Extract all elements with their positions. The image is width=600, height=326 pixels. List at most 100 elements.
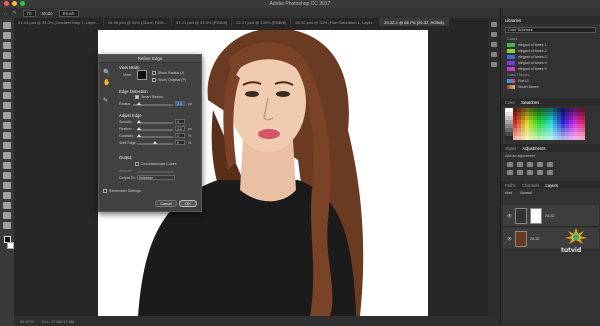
hand-tool-icon[interactable] — [3, 202, 11, 209]
brushes-icon[interactable] — [491, 62, 497, 67]
amount-slider[interactable] — [137, 171, 173, 173]
type-tool-icon[interactable] — [3, 172, 11, 179]
channels-tab[interactable]: Channels — [522, 183, 540, 188]
gradient-tool-icon[interactable] — [3, 132, 11, 139]
eyedropper-tool-icon[interactable] — [3, 72, 11, 79]
layer-row[interactable]: 👁 28-32 — [503, 205, 599, 227]
brush-size-field[interactable]: 70 — [22, 9, 36, 17]
hand-icon[interactable]: ✋ — [103, 79, 110, 86]
color-swatch — [507, 55, 515, 59]
swatches-tab[interactable]: Swatches — [521, 100, 539, 105]
crop-tool-icon[interactable] — [3, 62, 11, 69]
vibrance-icon[interactable] — [547, 162, 553, 167]
contrast-slider-thumb[interactable] — [137, 134, 141, 137]
output-to-select[interactable]: Selection — [137, 175, 175, 180]
radius-value-field[interactable]: 2.0 — [175, 101, 185, 106]
radius-slider-thumb[interactable] — [137, 102, 141, 105]
doc-tab[interactable]: 28-32.psd @ 33% (Hue Saturation 1, Layer… — [291, 18, 381, 26]
properties-icon[interactable] — [491, 32, 497, 37]
brush-tool-icon[interactable] — [3, 92, 11, 99]
color-balance-icon[interactable] — [517, 170, 523, 175]
library-selector[interactable]: Color Schemes — [505, 27, 596, 33]
styles-tab[interactable]: Styles — [505, 146, 516, 151]
quick-selection-tool-icon[interactable] — [3, 52, 11, 59]
adjustments-tab[interactable]: Adjustments — [522, 146, 545, 151]
radius-label: Radius: — [119, 102, 132, 106]
decontaminate-checkbox[interactable] — [135, 162, 139, 166]
visibility-eye-icon[interactable]: 👁 — [507, 236, 512, 241]
history-brush-tool-icon[interactable] — [3, 112, 11, 119]
swatch-grid[interactable] — [505, 108, 596, 140]
history-icon[interactable] — [491, 22, 497, 27]
more-tools-icon[interactable] — [3, 222, 11, 229]
pen-tool-icon[interactable] — [3, 162, 11, 169]
contrast-value-field[interactable]: 0 — [175, 133, 185, 138]
zoom-window-button[interactable] — [20, 1, 25, 6]
feather-slider[interactable] — [137, 129, 173, 131]
path-selection-tool-icon[interactable] — [3, 182, 11, 189]
ok-button[interactable]: OK — [179, 200, 197, 207]
doc-tab[interactable]: 22-27.psd @ 100% (RGB/8) — [232, 18, 292, 26]
dodge-tool-icon[interactable] — [3, 152, 11, 159]
doc-tab[interactable]: 07-21.psd @ 33.3% (RGB/8) — [172, 18, 233, 26]
minimize-window-button[interactable] — [12, 1, 17, 6]
feather-value-field[interactable]: 0.0 — [175, 126, 185, 131]
healing-tool-icon[interactable] — [3, 82, 11, 89]
show-original-checkbox[interactable] — [152, 78, 156, 82]
black-white-icon[interactable] — [527, 170, 533, 175]
libraries-tab[interactable]: Libraries — [505, 18, 521, 23]
shift-edge-value-field[interactable]: 0 — [175, 140, 185, 145]
photo-filter-icon[interactable] — [537, 170, 543, 175]
canvas-area[interactable] — [14, 26, 500, 316]
eraser-tool-icon[interactable] — [3, 122, 11, 129]
swatch-cell[interactable] — [581, 136, 585, 140]
mode-select[interactable]: Brush — [58, 9, 79, 17]
blend-mode-select[interactable]: Normal — [520, 191, 532, 195]
smart-radius-checkbox[interactable] — [135, 95, 139, 99]
theme-item[interactable]: Nouth Brown — [501, 84, 600, 90]
brush-tool-icon[interactable]: ✎ — [13, 10, 17, 16]
paths-tab[interactable]: Paths — [505, 183, 516, 188]
window-title: Adobe Photoshop CC 2017 — [269, 1, 331, 7]
color-tab[interactable]: Color — [505, 100, 515, 105]
curves-icon[interactable] — [527, 162, 533, 167]
zoom-tool-icon[interactable] — [3, 212, 11, 219]
shape-tool-icon[interactable] — [3, 192, 11, 199]
remember-settings-checkbox[interactable] — [103, 189, 107, 193]
show-radius-checkbox[interactable] — [152, 71, 156, 75]
home-icon[interactable]: ⌂ — [4, 11, 7, 16]
shift-edge-slider-thumb[interactable] — [153, 141, 157, 144]
paragraph-icon[interactable] — [491, 52, 497, 57]
refine-edge-dialog: Refine Edge 🔍 ✋ ✎ View Mode View: Show R… — [98, 54, 202, 212]
doc-tab[interactable]: 06-08.psd @ 50% (Stone, RGB... — [104, 18, 172, 26]
doc-tab-active[interactable]: 29-32-1 @ 66.7% (29-32, RGB/8) — [380, 18, 449, 26]
marquee-tool-icon[interactable] — [3, 32, 11, 39]
close-window-button[interactable] — [4, 1, 9, 6]
zoom-icon[interactable]: 🔍 — [103, 69, 110, 76]
clone-stamp-tool-icon[interactable] — [3, 102, 11, 109]
hue-saturation-icon[interactable] — [507, 170, 513, 175]
kind-filter[interactable]: Kind — [505, 191, 512, 195]
layers-tab[interactable]: Layers — [545, 183, 558, 188]
character-icon[interactable] — [491, 42, 497, 47]
cancel-button[interactable]: Cancel — [155, 200, 177, 207]
lasso-tool-icon[interactable] — [3, 42, 11, 49]
blur-tool-icon[interactable] — [3, 142, 11, 149]
channel-mixer-icon[interactable] — [547, 170, 553, 175]
background-color-swatch[interactable] — [6, 242, 14, 249]
feather-slider-thumb[interactable] — [137, 127, 141, 130]
brightness-icon[interactable] — [507, 162, 513, 167]
view-mode-thumbnail[interactable] — [137, 70, 147, 80]
move-tool-icon[interactable] — [3, 22, 11, 29]
refine-radius-brush-icon[interactable]: ✎ — [103, 97, 108, 104]
smooth-slider[interactable] — [137, 122, 173, 124]
contrast-slider[interactable] — [137, 136, 173, 138]
smooth-value-field[interactable]: 0 — [175, 119, 185, 124]
smooth-slider-thumb[interactable] — [137, 120, 141, 123]
visibility-eye-icon[interactable]: 👁 — [507, 213, 512, 218]
layer-mask-thumbnail[interactable] — [529, 207, 542, 224]
doc-tab[interactable]: 01-03.psd @ 33.3% (Gradient Map 1, Layer… — [14, 18, 104, 26]
exposure-icon[interactable] — [537, 162, 543, 167]
zoom-level[interactable]: 66.67% — [20, 319, 34, 324]
levels-icon[interactable] — [517, 162, 523, 167]
